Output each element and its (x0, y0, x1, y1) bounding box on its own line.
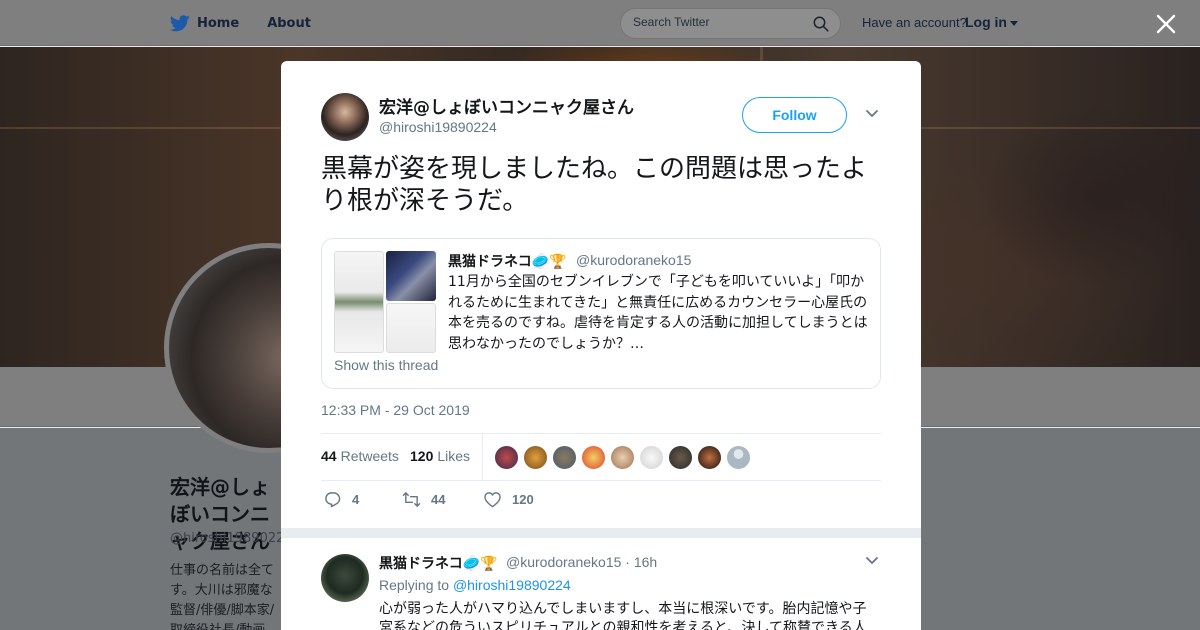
chevron-down-icon[interactable] (865, 556, 879, 566)
author-avatar[interactable] (321, 93, 369, 141)
author-handle[interactable]: @hiroshi19890224 (379, 119, 497, 135)
reply-author-name[interactable]: 黒猫ドラネコ🥏🏆 (379, 553, 498, 573)
author-name[interactable]: 宏洋@しょぼいコンニャク屋さん (379, 93, 634, 118)
tweet-text: 黒幕が姿を現しましたね。この問題は思ったより根が深そうだ。 (321, 154, 868, 216)
liker-avatar[interactable] (523, 445, 548, 470)
have-account-text: Have an account? (862, 15, 967, 30)
reply-icon (325, 492, 341, 508)
like-count: 120 (512, 492, 534, 507)
heart-icon (484, 492, 501, 508)
replying-to: Replying to @hiroshi19890224 (379, 577, 571, 593)
reply-avatar[interactable] (321, 554, 369, 602)
likes-count: 120 (410, 448, 434, 464)
quoted-image-1[interactable] (334, 251, 384, 353)
chevron-down-icon[interactable] (865, 109, 879, 119)
search-box[interactable] (620, 8, 841, 39)
follow-button[interactable]: Follow (742, 97, 847, 133)
liker-avatar[interactable] (668, 445, 693, 470)
top-nav: Home About Have an account? Log in (0, 0, 1200, 46)
liker-avatar[interactable] (494, 445, 519, 470)
tweet-modal: 宏洋@しょぼいコンニャク屋さん @hiroshi19890224 Follow … (281, 61, 921, 630)
tweet-timestamp[interactable]: 12:33 PM - 29 Oct 2019 (321, 402, 470, 418)
replies-divider (281, 528, 921, 538)
caret-down-icon (1010, 20, 1018, 26)
login-label: Log in (965, 14, 1007, 30)
login-button[interactable]: Log in (965, 14, 1018, 30)
show-thread-link[interactable]: Show this thread (334, 357, 438, 373)
liker-avatar[interactable] (726, 445, 751, 470)
likes-label: Likes (437, 448, 471, 464)
reply-text: 心が弱った人がハマり込んでしまいますし、本当に根深いです。胎内記憶や子宮系などの… (379, 601, 867, 630)
retweet-count: 44 (431, 492, 446, 507)
profile-handle[interactable]: @hiroshi19890224 (170, 531, 293, 546)
twitter-bird-icon[interactable] (170, 14, 190, 32)
likes-stat[interactable]: 120 Likes (410, 448, 470, 464)
liker-avatar[interactable] (697, 445, 722, 470)
home-link[interactable]: Home (197, 16, 239, 31)
liker-avatars (494, 445, 755, 470)
liker-avatar[interactable] (610, 445, 635, 470)
close-icon[interactable] (1154, 12, 1178, 36)
search-icon[interactable] (813, 16, 829, 32)
quoted-author-handle: @kurodoraneko15 (576, 252, 692, 268)
quoted-image-2[interactable] (386, 251, 436, 301)
reply-action[interactable]: 4 (323, 491, 359, 508)
liker-avatar[interactable] (639, 445, 664, 470)
replying-to-prefix: Replying to (379, 577, 450, 593)
reply-count: 4 (352, 492, 360, 507)
tweet-stats: 44 Retweets 120 Likes (321, 433, 881, 481)
nav-left: Home About (170, 0, 339, 46)
search-input[interactable] (633, 15, 813, 29)
retweet-icon (402, 492, 421, 507)
liker-avatar[interactable] (581, 445, 606, 470)
quoted-tweet[interactable]: 黒猫ドラネコ🥏🏆 @kurodoraneko15 11月から全国のセブンイレブン… (321, 238, 881, 389)
retweet-action[interactable]: 44 (402, 491, 445, 508)
liker-avatar[interactable] (552, 445, 577, 470)
retweets-label: Retweets (340, 448, 399, 464)
retweets-count: 44 (321, 448, 337, 464)
replying-to-handle[interactable]: @hiroshi19890224 (453, 577, 571, 593)
profile-bio: 仕事の名前は全て す。大川は邪魔な 監督/俳優/脚本家/ 取締役社長/動画 (170, 563, 275, 630)
like-action[interactable]: 120 (483, 491, 534, 508)
quoted-image-3[interactable] (386, 303, 436, 353)
quoted-author-name: 黒猫ドラネコ🥏🏆 (448, 254, 567, 270)
stats-divider (482, 434, 483, 481)
quoted-text: 11月から全国のセブンイレブンで「子どもを叩いていいよ」「叩かれるために生まれて… (448, 274, 868, 352)
reply-handle-time[interactable]: @kurodoraneko15 · 16h (506, 554, 657, 570)
retweets-stat[interactable]: 44 Retweets (321, 448, 399, 464)
about-link[interactable]: About (267, 16, 311, 31)
tweet-actions: 4 44 120 (321, 491, 881, 511)
